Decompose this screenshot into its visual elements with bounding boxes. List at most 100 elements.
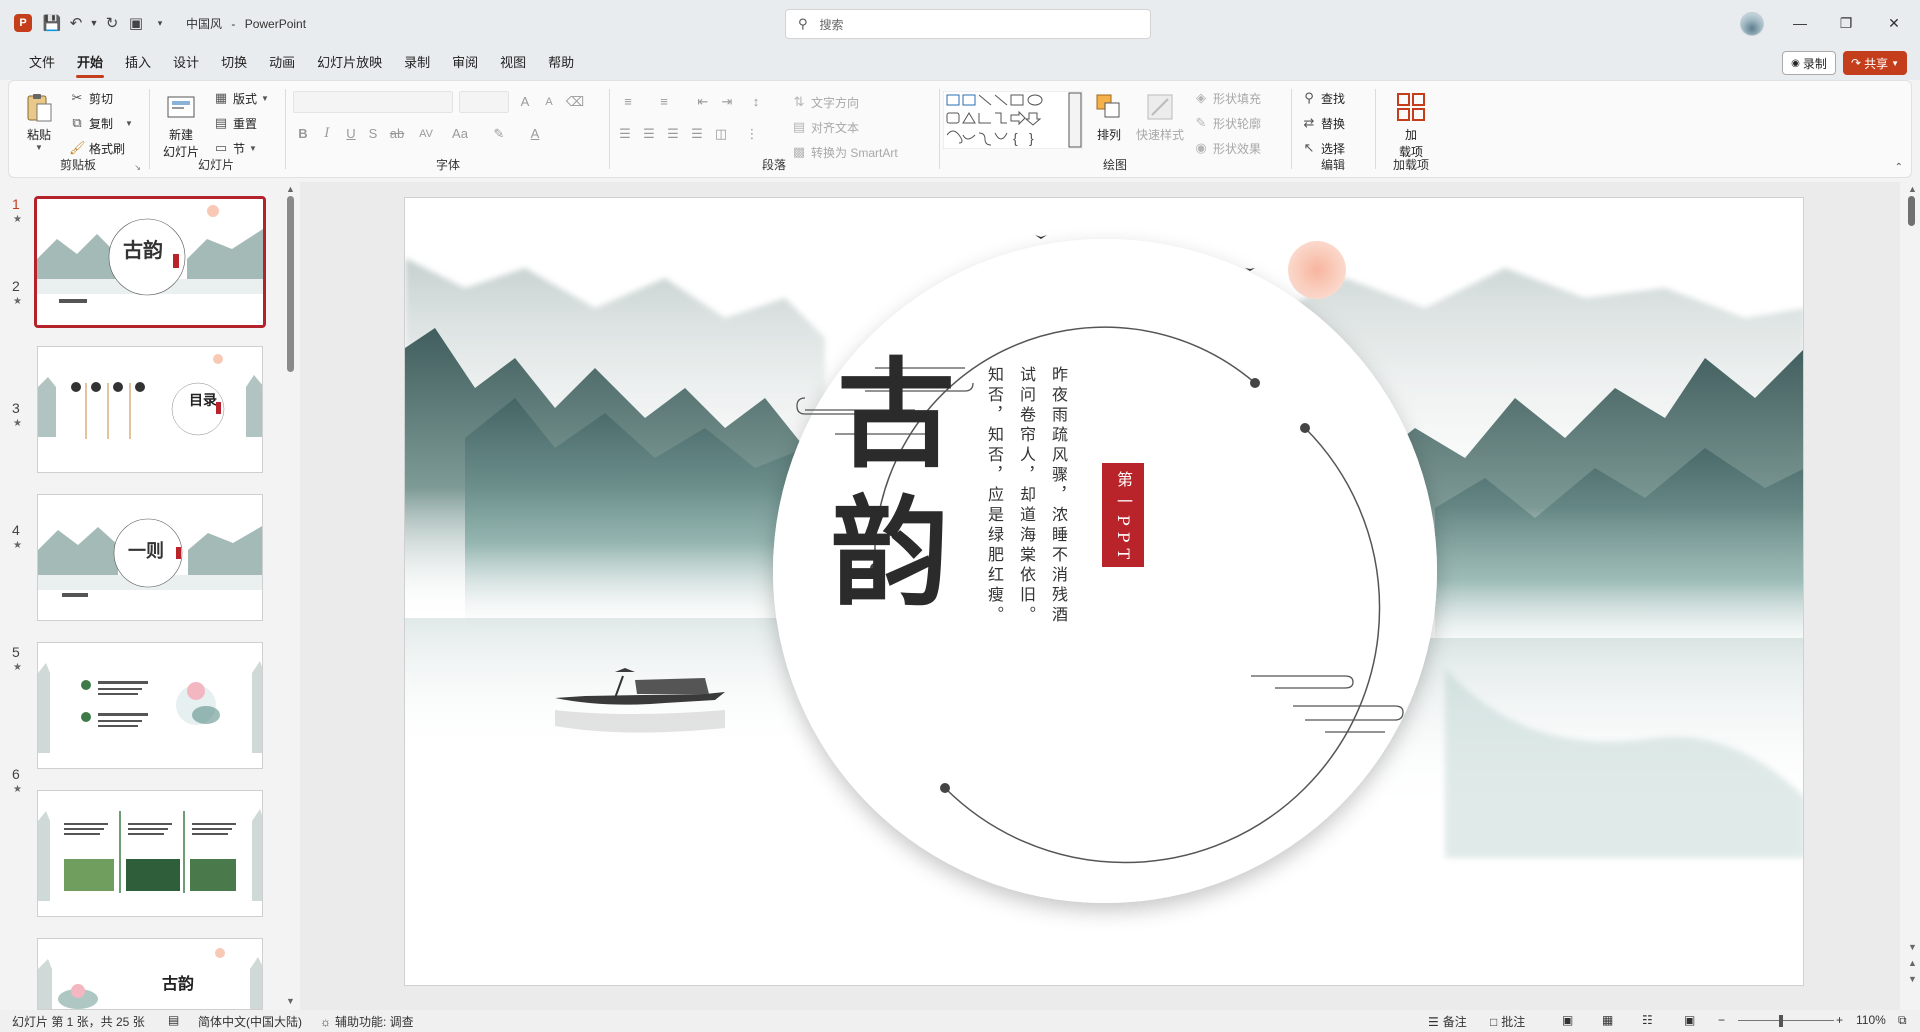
distribute-icon[interactable]: ⋮ [739, 123, 765, 145]
align-center-icon[interactable]: ☰ [639, 123, 659, 145]
layout-button[interactable]: ▦ 版式 ▼ [213, 87, 269, 109]
tab-animations[interactable]: 动画 [258, 51, 306, 75]
tab-insert[interactable]: 插入 [114, 51, 162, 75]
poem-line-3[interactable]: 知否，知否，应是绿肥红瘦。 [983, 366, 1005, 636]
save-icon[interactable]: 💾 [40, 11, 64, 35]
scroll-up-icon[interactable]: ▲ [1908, 184, 1917, 194]
chevron-down-icon[interactable]: ▼ [88, 11, 100, 35]
grow-font-button[interactable]: A [515, 91, 535, 113]
zoom-level[interactable]: 110% [1856, 1013, 1886, 1027]
tab-transitions[interactable]: 切换 [210, 51, 258, 75]
slide-thumbnail-3[interactable]: 一则 [37, 494, 263, 621]
slide-thumbnail-6[interactable]: 古韵 [37, 938, 263, 1010]
seal-stamp[interactable]: 第一PPT [1102, 463, 1144, 567]
poem-line-2[interactable]: 试问卷帘人，却道海棠依旧。 [1015, 366, 1037, 636]
redo-icon[interactable]: ↻ [100, 11, 124, 35]
strikethrough-button[interactable]: ab [385, 123, 409, 145]
align-left-icon[interactable]: ☰ [615, 123, 635, 145]
tab-design[interactable]: 设计 [162, 51, 210, 75]
language-status[interactable]: 简体中文(中国大陆) [198, 1013, 302, 1030]
tab-help[interactable]: 帮助 [537, 51, 585, 75]
decrease-indent-icon[interactable]: ⇤ [693, 91, 713, 113]
scroll-down-icon[interactable]: ▼ [1908, 942, 1917, 952]
reading-view-icon[interactable]: ☷ [1642, 1013, 1653, 1027]
scroll-down-icon[interactable]: ▼ [286, 996, 295, 1006]
search-input[interactable]: ⚲ 搜索 [785, 9, 1151, 39]
italic-button[interactable]: I [317, 123, 337, 145]
normal-view-icon[interactable]: ▣ [1562, 1013, 1573, 1027]
restore-icon[interactable]: ❐ [1832, 10, 1860, 36]
collapse-ribbon-icon[interactable]: ⌃ [1895, 162, 1903, 173]
new-slide-button[interactable]: 新建 幻灯片 [159, 91, 203, 160]
shape-outline-button[interactable]: ✎ 形状轮廓 [1193, 112, 1261, 134]
fit-to-window-icon[interactable]: ⧉ [1898, 1013, 1907, 1028]
addins-button[interactable]: 加 载项 [1389, 91, 1433, 160]
zoom-slider[interactable] [1738, 1020, 1834, 1021]
zoom-out-icon[interactable]: − [1718, 1013, 1725, 1027]
numbering-icon[interactable]: ≡ [651, 91, 677, 113]
present-icon[interactable]: ▣ [124, 11, 148, 35]
slide-sorter-icon[interactable]: ▦ [1602, 1013, 1613, 1027]
align-right-icon[interactable]: ☰ [663, 123, 683, 145]
quick-styles-button[interactable]: 快速样式 [1133, 91, 1187, 143]
bullets-icon[interactable]: ≡ [615, 91, 641, 113]
previous-slide-icon[interactable]: ▲ [1908, 958, 1917, 968]
shrink-font-button[interactable]: A [539, 91, 559, 113]
record-button[interactable]: ◉ 录制 [1782, 51, 1836, 75]
shapes-gallery[interactable]: { } [943, 91, 1083, 149]
tab-slideshow[interactable]: 幻灯片放映 [306, 51, 393, 75]
avatar[interactable] [1740, 12, 1764, 36]
find-button[interactable]: ⚲ 查找 [1301, 87, 1345, 109]
close-icon[interactable]: ✕ [1880, 10, 1908, 36]
zoom-in-icon[interactable]: + [1836, 1013, 1843, 1027]
increase-indent-icon[interactable]: ⇥ [717, 91, 737, 113]
slideshow-icon[interactable]: ▣ [1684, 1013, 1695, 1027]
tab-file[interactable]: 文件 [18, 51, 66, 75]
share-button[interactable]: ↷ 共享 ▼ [1843, 51, 1907, 75]
char-spacing-button[interactable]: AV [413, 123, 439, 145]
arrange-button[interactable]: 排列 [1091, 91, 1127, 143]
shape-fill-button[interactable]: ◈ 形状填充 [1193, 87, 1261, 109]
minimize-icon[interactable]: — [1786, 10, 1814, 36]
title-char-1[interactable]: 古 [837, 356, 955, 474]
slide-thumbnail-1[interactable]: 古韵 [34, 196, 266, 328]
justify-icon[interactable]: ☰ [687, 123, 707, 145]
spellcheck-icon[interactable]: ▤ [168, 1013, 179, 1027]
replace-button[interactable]: ⇄ 替换 [1301, 112, 1345, 134]
paste-button[interactable]: 粘贴 ▼ [21, 91, 57, 152]
underline-button[interactable]: U [341, 123, 361, 145]
scroll-up-icon[interactable]: ▲ [286, 184, 295, 194]
bold-button[interactable]: B [293, 123, 313, 145]
tab-record[interactable]: 录制 [393, 51, 441, 75]
clear-format-icon[interactable]: ⌫ [565, 91, 585, 113]
title-char-2[interactable]: 韵 [831, 494, 949, 612]
poem-line-1[interactable]: 昨夜雨疏风骤，浓睡不消残酒 [1047, 366, 1069, 636]
align-text-button[interactable]: ▤ 对齐文本 [791, 116, 859, 138]
slide-thumbnail-5[interactable] [37, 790, 263, 917]
copy-button[interactable]: ⧉ 复制 ▼ [69, 112, 133, 134]
line-spacing-icon[interactable]: ↕ [743, 91, 769, 113]
font-color-icon[interactable]: A [525, 123, 545, 145]
slide-thumbnail-4[interactable] [37, 642, 263, 769]
highlight-icon[interactable]: ✎ [489, 123, 509, 145]
undo-icon[interactable]: ↶ [64, 11, 88, 35]
slide-canvas[interactable]: 古 韵 昨夜雨疏风骤，浓睡不消残酒 试问卷帘人，却道海棠依旧。 知否，知否，应是… [404, 197, 1804, 986]
tab-view[interactable]: 视图 [489, 51, 537, 75]
tab-review[interactable]: 审阅 [441, 51, 489, 75]
shadow-button[interactable]: S [363, 123, 383, 145]
font-family-dropdown[interactable] [293, 91, 453, 113]
slide-scroll-thumb[interactable] [1908, 196, 1915, 226]
notes-button[interactable]: ☰ 备注 [1428, 1013, 1467, 1030]
slide-thumbnail-2[interactable]: 目录 [37, 346, 263, 473]
font-size-dropdown[interactable] [459, 91, 509, 113]
columns-icon[interactable]: ◫ [711, 123, 731, 145]
zoom-slider-handle[interactable] [1779, 1015, 1783, 1027]
accessibility-status[interactable]: ☼ 辅助功能: 调查 [320, 1013, 414, 1030]
customize-toolbar-icon[interactable]: ▾ [148, 11, 172, 35]
tab-home[interactable]: 开始 [66, 51, 114, 78]
text-direction-button[interactable]: ⇅ 文字方向 [791, 91, 859, 113]
next-slide-icon[interactable]: ▼ [1908, 974, 1917, 984]
thumbnail-scroll-thumb[interactable] [287, 196, 294, 372]
reset-button[interactable]: ▤ 重置 [213, 112, 257, 134]
change-case-button[interactable]: Aa [447, 123, 473, 145]
